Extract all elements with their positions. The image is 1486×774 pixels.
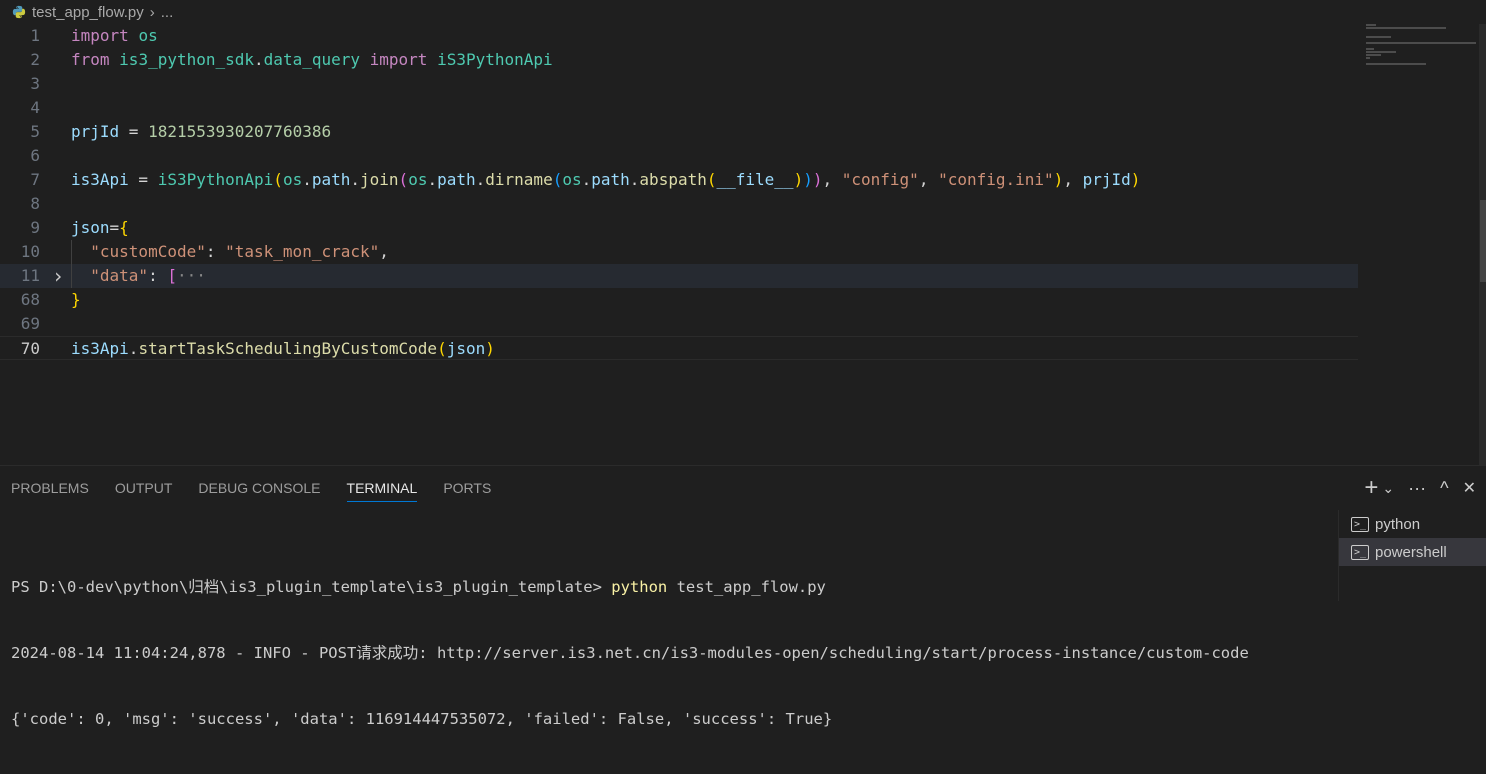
terminal-session-powershell[interactable]: >_ powershell (1339, 538, 1486, 566)
more-actions-icon[interactable]: ··· (1408, 478, 1426, 499)
code-line[interactable]: 5 prjId = 1821553930207760386 (0, 120, 1358, 144)
terminal-session-label: python (1375, 515, 1421, 533)
line-number: 7 (30, 170, 40, 189)
tab-problems[interactable]: PROBLEMS (0, 466, 104, 510)
indent-guide (71, 240, 72, 288)
code-line[interactable]: 10 "customCode": "task_mon_crack", (0, 240, 1358, 264)
code-text: is3Api.startTaskSchedulingByCustomCode(j… (71, 339, 495, 358)
line-number: 69 (20, 314, 40, 333)
line-number: 5 (30, 122, 40, 141)
code-line[interactable]: 3 (0, 72, 1358, 96)
line-number: 1 (30, 26, 40, 45)
chevron-down-icon[interactable]: ⌄ (1382, 480, 1394, 497)
code-text: } (71, 290, 81, 309)
python-file-icon (12, 5, 26, 19)
line-number: 8 (30, 194, 40, 213)
breadcrumb-file[interactable]: test_app_flow.py (32, 4, 144, 21)
terminal-session-list: >_ python >_ powershell (1338, 510, 1486, 601)
minimap[interactable] (1366, 24, 1478, 65)
line-number: 68 (20, 290, 40, 309)
code-line[interactable]: 70 is3Api.startTaskSchedulingByCustomCode… (0, 336, 1358, 360)
code-text: json={ (71, 218, 129, 237)
terminal-prompt: PS D:\0-dev\python\归档\is3_plugin_templat… (11, 578, 612, 596)
close-panel-icon[interactable]: ✕ (1463, 478, 1476, 498)
code-text: "data": [··· (90, 266, 206, 285)
breadcrumb: test_app_flow.py › ... (0, 0, 1486, 24)
code-text: is3Api = iS3PythonApi(os.path.join(os.pa… (71, 170, 1141, 189)
terminal-command: python (611, 578, 668, 596)
terminal-icon: >_ (1351, 544, 1369, 560)
code-line[interactable]: 4 (0, 96, 1358, 120)
bottom-panel: PROBLEMS OUTPUT DEBUG CONSOLE TERMINAL PORTS… (0, 465, 1486, 728)
code-text: import os (71, 26, 158, 45)
line-number: 4 (30, 98, 40, 117)
terminal-session-python[interactable]: >_ python (1339, 510, 1486, 538)
code-line[interactable]: 9 json={ (0, 216, 1358, 240)
add-terminal-icon[interactable]: + (1364, 474, 1378, 502)
chevron-right-icon: › (149, 3, 155, 21)
code-line[interactable]: 69 (0, 312, 1358, 336)
terminal-line-command: PS D:\0-dev\python\归档\is3_plugin_templat… (11, 576, 1331, 598)
terminal-line-response: {'code': 0, 'msg': 'success', 'data': 11… (11, 710, 833, 728)
line-number: 9 (30, 218, 40, 237)
breadcrumb-more[interactable]: ... (161, 4, 174, 21)
line-number: 3 (30, 74, 40, 93)
terminal-icon: >_ (1351, 516, 1369, 532)
terminal-output[interactable]: PS D:\0-dev\python\归档\is3_plugin_templat… (11, 532, 1331, 774)
tab-ports[interactable]: PORTS (432, 466, 506, 510)
editor-scrollbar-thumb[interactable] (1480, 200, 1486, 282)
code-line[interactable]: 8 (0, 192, 1358, 216)
maximize-panel-icon[interactable]: ^ (1440, 478, 1448, 499)
code-text: from is3_python_sdk.data_query import iS… (71, 50, 553, 69)
code-text: "customCode": "task_mon_crack", (90, 242, 389, 261)
code-line[interactable]: 6 (0, 144, 1358, 168)
tab-terminal[interactable]: TERMINAL (336, 466, 433, 510)
code-editor[interactable]: 1 import os 2 from is3_python_sdk.data_quer… (0, 24, 1486, 465)
code-line[interactable]: 7 is3Api = iS3PythonApi(os.path.join(os.p… (0, 168, 1358, 192)
terminal-session-label: powershell (1375, 543, 1447, 561)
code-line[interactable]: 1 import os (0, 24, 1358, 48)
line-number: 10 (20, 242, 40, 261)
fold-chevron-icon[interactable]: › (52, 264, 64, 288)
tab-debug-console[interactable]: DEBUG CONSOLE (187, 466, 335, 510)
terminal-line-log: 2024-08-14 11:04:24,878 - INFO - POST请求成… (11, 644, 1249, 662)
code-line[interactable]: 11 › "data": [··· (0, 264, 1358, 288)
tab-output[interactable]: OUTPUT (104, 466, 188, 510)
terminal-command-arg: test_app_flow.py (667, 578, 826, 596)
line-number: 70 (20, 339, 40, 358)
panel-actions: + ⌄ ··· ^ ✕ (1364, 474, 1476, 502)
code-line[interactable]: 68} (0, 288, 1358, 312)
code-line[interactable]: 2 from is3_python_sdk.data_query import i… (0, 48, 1358, 72)
line-number: 6 (30, 146, 40, 165)
line-number: 2 (30, 50, 40, 69)
code-text: prjId = 1821553930207760386 (71, 122, 332, 141)
line-number: 11 (20, 266, 40, 285)
panel-tabs: PROBLEMS OUTPUT DEBUG CONSOLE TERMINAL PORTS (0, 466, 506, 510)
